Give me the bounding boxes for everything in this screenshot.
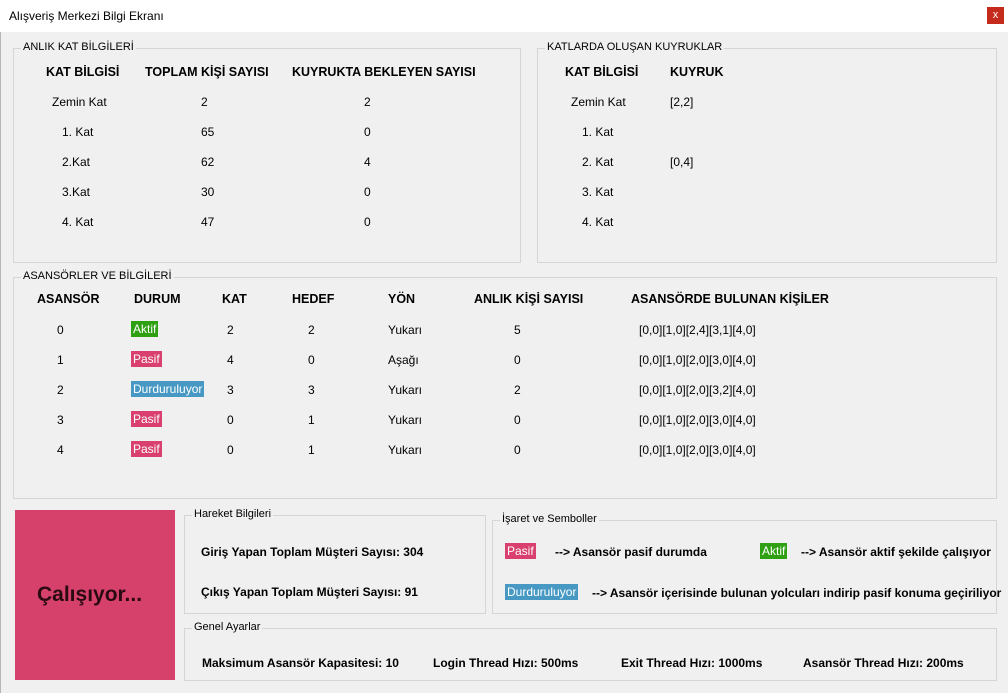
queues-cell: Zemin Kat — [571, 95, 626, 109]
capacity-setting: Maksimum Asansör Kapasitesi: 10 — [202, 656, 399, 670]
elevator-people: [0,0][1,0][2,0][3,0][4,0] — [639, 353, 756, 367]
elevator-id: 4 — [57, 443, 64, 457]
symbols-legend: İşaret ve Semboller — [500, 513, 599, 525]
elevators-header-status: DURUM — [134, 292, 181, 306]
elevator-people: [0,0][1,0][2,4][3,1][4,0] — [639, 323, 756, 337]
elevators-header-target: HEDEF — [292, 292, 335, 306]
elevator-floor: 4 — [227, 353, 234, 367]
elevator-target: 3 — [308, 383, 315, 397]
elevator-status-badge: Pasif — [131, 441, 162, 457]
elevators-header-people: ASANSÖRDE BULUNAN KİŞİLER — [631, 292, 829, 306]
queues-cell: [0,4] — [670, 155, 694, 169]
elevator-floor: 0 — [227, 443, 234, 457]
window-border — [0, 32, 1, 693]
floor-info-cell: 0 — [364, 215, 371, 229]
floor-info-cell: 2 — [364, 95, 371, 109]
elevators-group: ASANSÖRLER VE BİLGİLERİ ASANSÖR DURUM KA… — [13, 270, 997, 499]
elevators-header-count: ANLIK KİŞİ SAYISI — [474, 292, 584, 306]
queues-cell: 2. Kat — [582, 155, 614, 169]
elevator-id: 0 — [57, 323, 64, 337]
exited-count: Çıkış Yapan Toplam Müşteri Sayısı: 91 — [201, 585, 418, 599]
legend-aktif-badge: Aktif — [760, 543, 788, 559]
elevator-floor: 3 — [227, 383, 234, 397]
elevator-status-badge: Pasif — [131, 411, 162, 427]
floor-info-cell: 1. Kat — [62, 125, 94, 139]
floor-info-cell: 0 — [364, 125, 371, 139]
queues-header-floor: KAT BİLGİSİ — [565, 65, 639, 79]
entered-count: Giriş Yapan Toplam Müşteri Sayısı: 304 — [201, 545, 424, 559]
elevator-status-badge: Durduruluyor — [131, 381, 205, 397]
floor-info-header-queue: KUYRUKTA BEKLEYEN SAYISI — [292, 65, 476, 79]
elevators-header-id: ASANSÖR — [37, 292, 100, 306]
exit-thread-speed: Exit Thread Hızı: 1000ms — [621, 656, 763, 670]
elevator-target: 1 — [308, 443, 315, 457]
elevator-target: 1 — [308, 413, 315, 427]
elevator-direction: Yukarı — [388, 383, 423, 397]
queues-cell: 4. Kat — [582, 215, 614, 229]
floor-info-legend: ANLIK KAT BİLGİLERİ — [21, 41, 136, 53]
symbols-group: İşaret ve Semboller Pasif --> Asansör pa… — [492, 513, 1001, 614]
elevator-direction: Yukarı — [388, 413, 423, 427]
queues-cell: 1. Kat — [582, 125, 614, 139]
floor-info-cell: 2 — [201, 95, 208, 109]
legend-aktif-desc: --> Asansör aktif şekilde çalışıyor — [801, 545, 991, 559]
title-bar: Alışveriş Merkezi Bilgi Ekranı x — [0, 0, 1008, 32]
elevator-count: 0 — [514, 413, 521, 427]
elevator-count: 2 — [514, 383, 521, 397]
legend-durdu-desc: --> Asansör içerisinde bulunan yolcuları… — [592, 586, 1002, 600]
settings-legend: Genel Ayarlar — [192, 621, 263, 633]
floor-info-cell: 2.Kat — [62, 155, 91, 169]
elevator-count: 5 — [514, 323, 521, 337]
floor-info-header-total: TOPLAM KİŞİ SAYISI — [145, 65, 269, 79]
elevator-id: 1 — [57, 353, 64, 367]
elevator-count: 0 — [514, 443, 521, 457]
elevator-status-badge: Aktif — [131, 321, 159, 337]
status-panel: Çalışıyor... — [15, 510, 175, 680]
legend-durdu-badge: Durduruluyor — [505, 584, 579, 600]
floor-info-header-floor: KAT BİLGİSİ — [46, 65, 120, 79]
elevator-direction: Yukarı — [388, 323, 423, 337]
legend-pasif-desc: --> Asansör pasif durumda — [555, 545, 707, 559]
elevator-people: [0,0][1,0][2,0][3,0][4,0] — [639, 413, 756, 427]
elevators-legend: ASANSÖRLER VE BİLGİLERİ — [21, 270, 174, 282]
status-text: Çalışıyor... — [37, 583, 143, 606]
elevator-count: 0 — [514, 353, 521, 367]
elevators-header-floor: KAT — [222, 292, 247, 306]
movement-legend: Hareket Bilgileri — [192, 508, 274, 520]
legend-pasif-badge: Pasif — [505, 543, 536, 559]
elevator-floor: 0 — [227, 413, 234, 427]
close-button[interactable]: x — [987, 7, 1004, 24]
floor-info-cell: 62 — [201, 155, 215, 169]
elevator-people: [0,0][1,0][2,0][3,0][4,0] — [639, 443, 756, 457]
elevators-header-direction: YÖN — [388, 292, 416, 306]
floor-info-cell: 65 — [201, 125, 215, 139]
login-thread-speed: Login Thread Hızı: 500ms — [433, 656, 579, 670]
movement-group: Hareket Bilgileri Giriş Yapan Toplam Müş… — [184, 508, 486, 614]
queues-group: KATLARDA OLUŞAN KUYRUKLAR KAT BİLGİSİ KU… — [537, 41, 997, 263]
elevator-target: 2 — [308, 323, 315, 337]
floor-info-cell: 0 — [364, 185, 371, 199]
floor-info-cell: 3.Kat — [62, 185, 91, 199]
elevator-target: 0 — [308, 353, 315, 367]
window-title: Alışveriş Merkezi Bilgi Ekranı — [9, 9, 164, 23]
elevator-status-badge: Pasif — [131, 351, 162, 367]
elevator-people: [0,0][1,0][2,0][3,2][4,0] — [639, 383, 756, 397]
elevator-direction: Aşağı — [388, 353, 419, 367]
floor-info-cell: 4. Kat — [62, 215, 94, 229]
floor-info-cell: 47 — [201, 215, 215, 229]
floor-info-cell: 30 — [201, 185, 215, 199]
queues-cell: 3. Kat — [582, 185, 614, 199]
queues-header-queue: KUYRUK — [670, 65, 724, 79]
elevator-direction: Yukarı — [388, 443, 423, 457]
elevator-id: 3 — [57, 413, 64, 427]
elevator-floor: 2 — [227, 323, 234, 337]
queues-cell: [2,2] — [670, 95, 694, 109]
floor-info-cell: 4 — [364, 155, 371, 169]
floor-info-group: ANLIK KAT BİLGİLERİ KAT BİLGİSİ TOPLAM K… — [13, 41, 521, 263]
settings-group: Genel Ayarlar Maksimum Asansör Kapasites… — [184, 621, 997, 681]
elevator-thread-speed: Asansör Thread Hızı: 200ms — [803, 656, 964, 670]
floor-info-cell: Zemin Kat — [52, 95, 107, 109]
queues-legend: KATLARDA OLUŞAN KUYRUKLAR — [545, 41, 725, 53]
elevator-id: 2 — [57, 383, 64, 397]
